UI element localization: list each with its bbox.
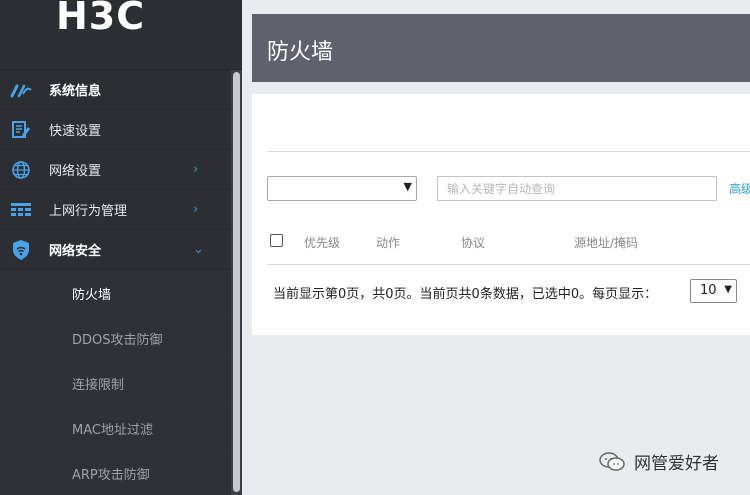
sidebar-item-label: 上网行为管理: [49, 204, 128, 219]
sidebar-subitem-label: ARP攻击防御: [72, 468, 150, 483]
column-header-protocol[interactable]: 协议: [461, 234, 485, 251]
sidebar-item-system-info[interactable]: 系统信息: [0, 70, 230, 110]
wechat-icon: [598, 451, 626, 473]
sidebar-item-label: 系统信息: [49, 84, 102, 99]
shield-wifi-icon: [10, 239, 32, 261]
brand-logo: H3C: [56, 0, 146, 38]
chevron-right-icon: ›: [193, 162, 199, 177]
sidebar-subitem-mac-filter[interactable]: MAC地址过滤: [0, 405, 230, 450]
sidebar-subitem-label: 连接限制: [72, 378, 125, 393]
document-edit-icon: [10, 119, 32, 141]
column-header-source-address[interactable]: 源地址/掩码: [574, 234, 638, 251]
sidebar-item-label: 网络安全: [49, 244, 102, 259]
search-input[interactable]: [437, 176, 717, 201]
globe-icon: [10, 159, 32, 181]
scrollbar-thumb[interactable]: [233, 72, 240, 492]
page-size-value: 10: [700, 283, 717, 298]
sidebar-item-label: 网络设置: [49, 164, 102, 179]
sidebar-subitem-connection-limit[interactable]: 连接限制: [0, 360, 230, 405]
chevron-down-icon: ▼: [403, 180, 412, 193]
advanced-search-link[interactable]: 高级: [729, 180, 750, 197]
select-all-checkbox[interactable]: [270, 234, 283, 247]
sidebar-subitem-label: 防火墙: [72, 288, 112, 303]
divider: [267, 151, 750, 152]
chevron-down-icon: ⌄: [193, 242, 204, 257]
page-header: 防火墙: [252, 14, 750, 82]
chevron-down-icon: ▼: [724, 284, 732, 295]
watermark-text: 网管爱好者: [634, 454, 719, 474]
sidebar-subitem-arp[interactable]: ARP攻击防御: [0, 450, 230, 495]
watermark: 网管爱好者: [598, 449, 719, 474]
sidebar-scrollbar[interactable]: [231, 70, 242, 495]
filter-select[interactable]: ▼: [267, 176, 417, 201]
sidebar-item-quick-setup[interactable]: 快速设置: [0, 110, 230, 150]
sidebar-item-network-settings[interactable]: 网络设置 ›: [0, 150, 230, 190]
sidebar-subitem-label: DDOS攻击防御: [72, 333, 163, 348]
sidebar: H3C 系统信息 快速设置 网络设置 › 上网行为管理 › 网络安全 ⌄ 防火墙…: [0, 0, 242, 495]
grid-icon: [10, 199, 32, 221]
gauge-icon: [10, 79, 32, 101]
column-header-action[interactable]: 动作: [376, 234, 400, 251]
logo-area: H3C: [0, 0, 242, 70]
sidebar-subitem-ddos[interactable]: DDOS攻击防御: [0, 315, 230, 360]
chevron-right-icon: ›: [193, 202, 199, 217]
sidebar-item-network-security[interactable]: 网络安全 ⌄: [0, 230, 230, 270]
pager-summary: 当前显示第0页，共0页。当前页共0条数据，已选中0。每页显示：: [273, 287, 658, 302]
table-divider: [267, 264, 750, 265]
sidebar-subitem-firewall[interactable]: 防火墙: [0, 270, 230, 315]
sidebar-item-label: 快速设置: [49, 124, 102, 139]
page-size-select[interactable]: 10 ▼: [690, 279, 737, 303]
sidebar-subitem-label: MAC地址过滤: [72, 423, 153, 438]
sidebar-item-behavior-management[interactable]: 上网行为管理 ›: [0, 190, 230, 230]
column-header-priority[interactable]: 优先级: [304, 234, 340, 251]
page-title: 防火墙: [267, 40, 334, 65]
